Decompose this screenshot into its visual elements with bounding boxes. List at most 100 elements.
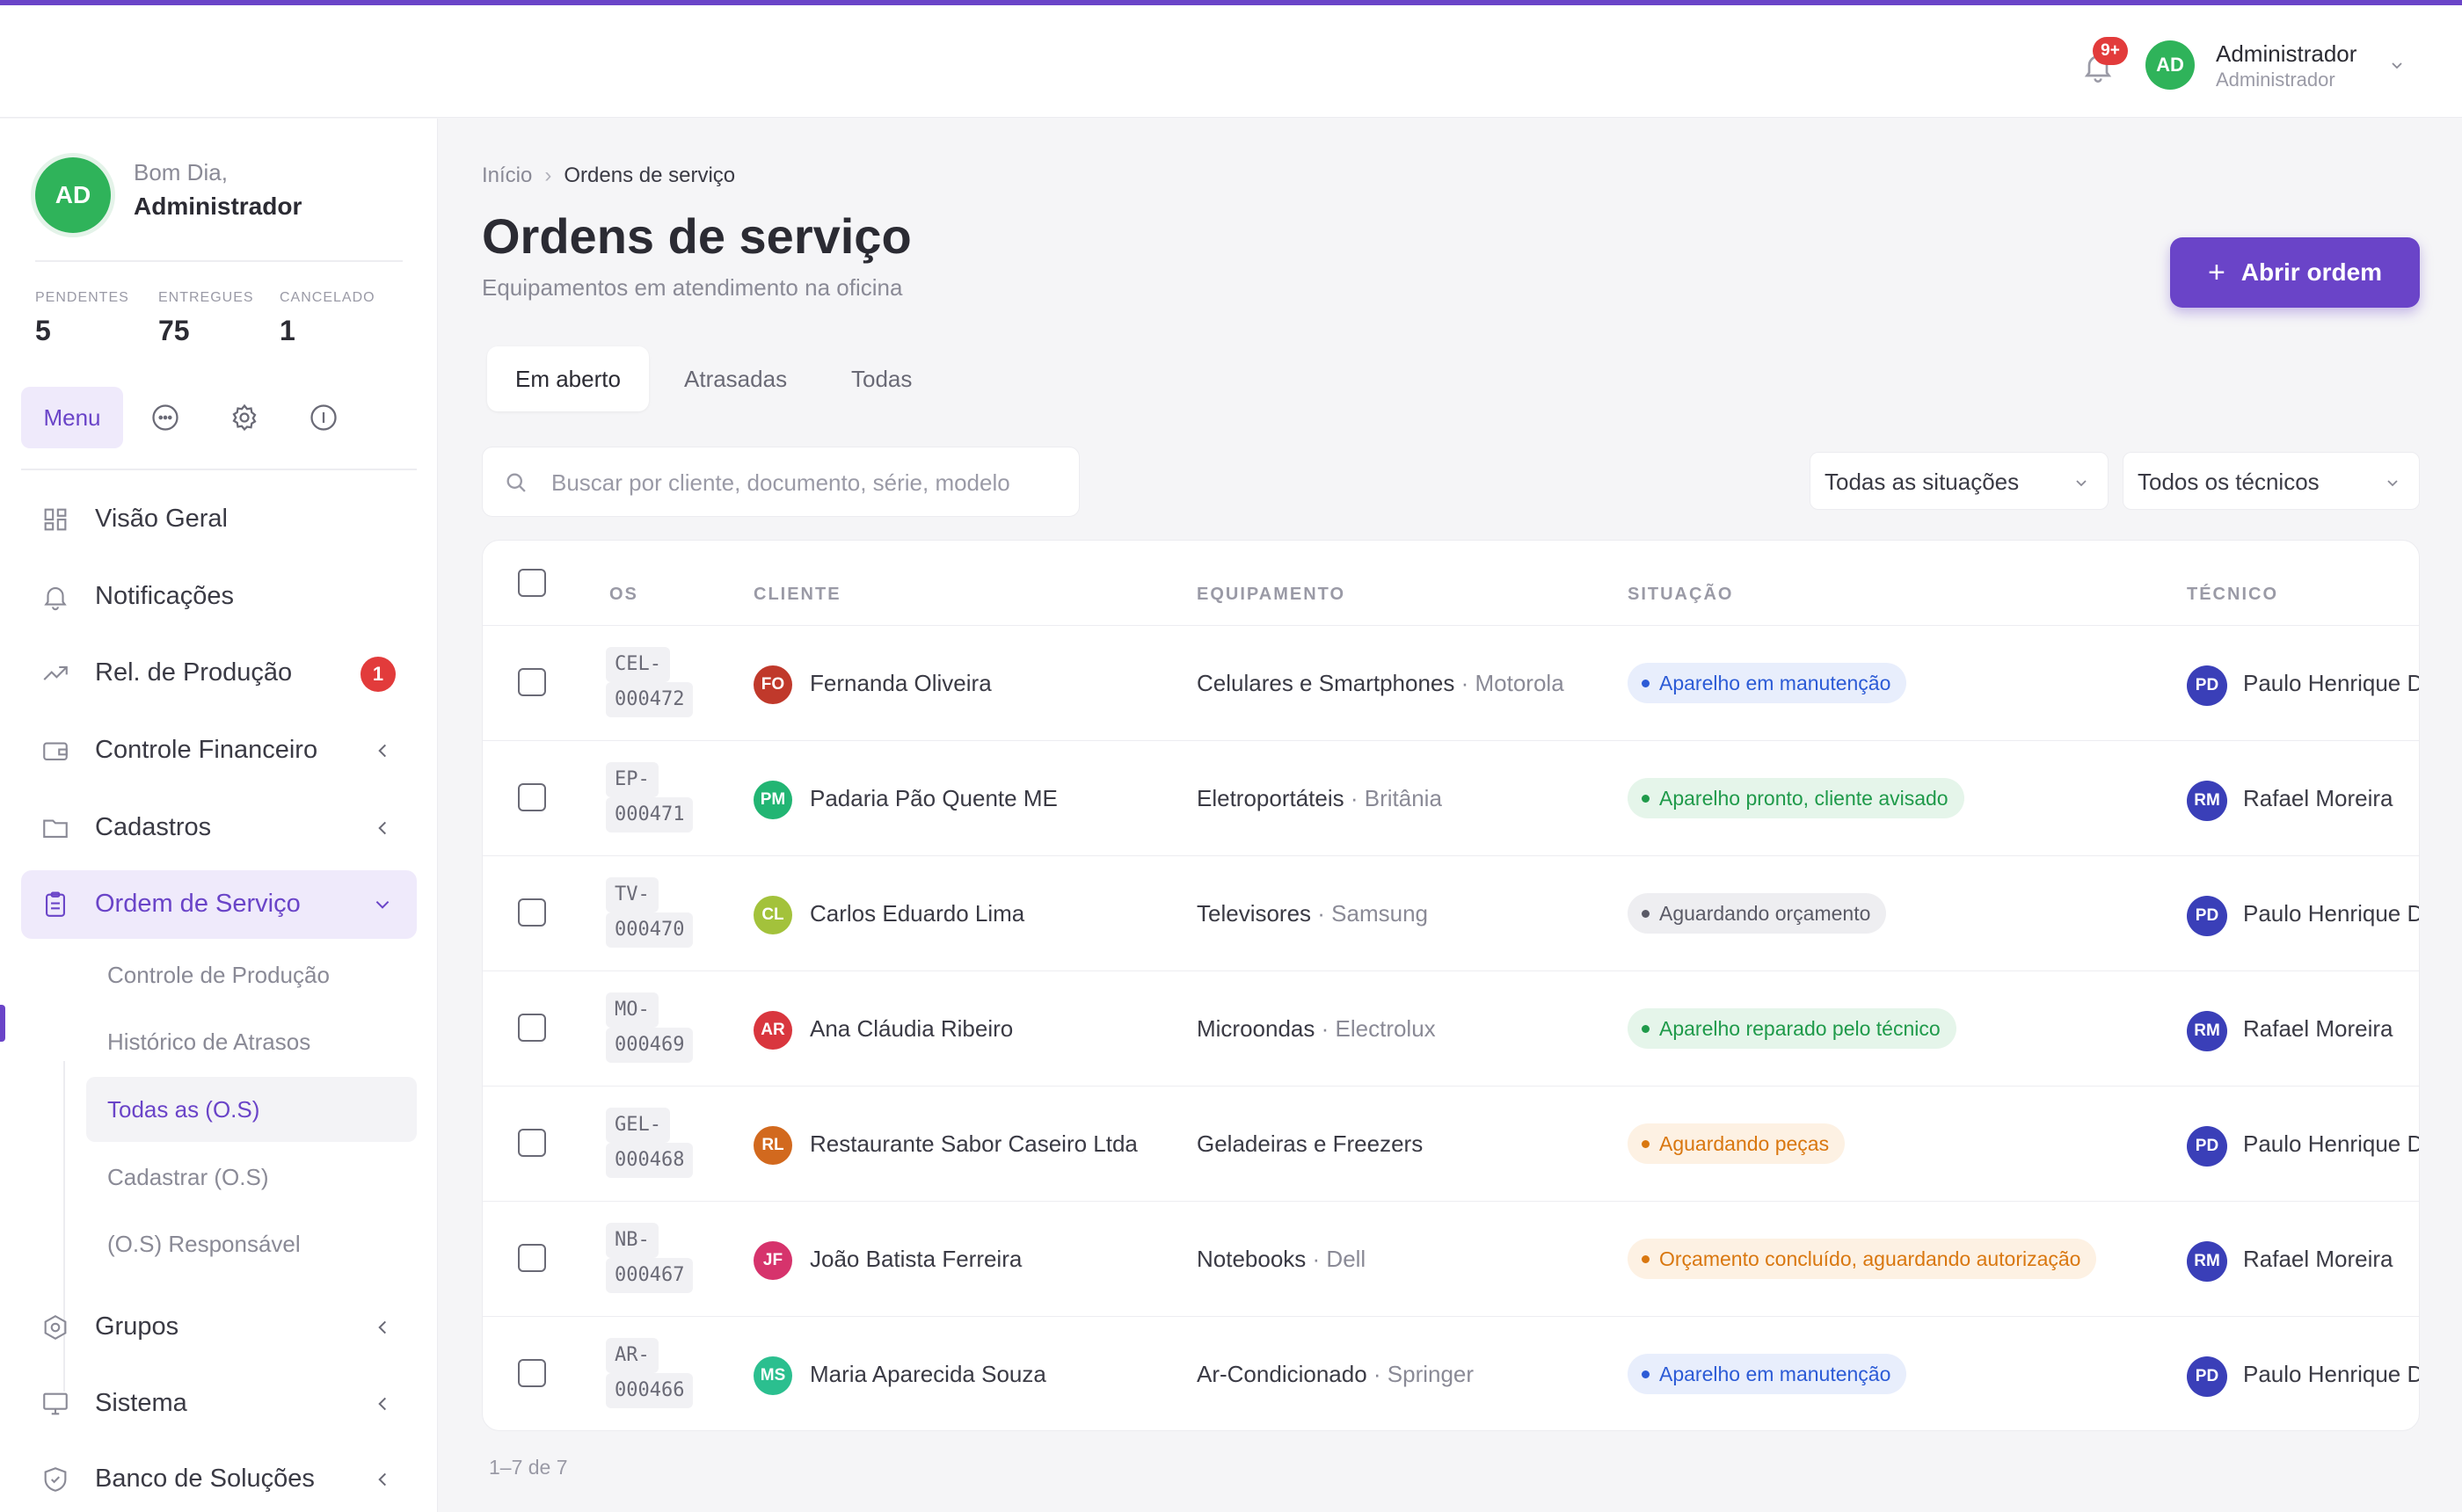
table-row[interactable]: EP- 000471 PM Padaria Pão Quente ME Eletropo… xyxy=(483,740,2419,854)
os-code[interactable]: GEL- 000468 xyxy=(606,1108,694,1178)
search-box[interactable] xyxy=(482,447,1080,517)
user-name[interactable]: Administrador xyxy=(2216,40,2356,68)
status-filter-select[interactable]: Todas as situações xyxy=(1810,452,2109,510)
equipment-type: Notebooks xyxy=(1197,1246,1307,1272)
submenu-todas-os[interactable]: Todas as (O.S) xyxy=(86,1077,417,1142)
row-checkbox[interactable] xyxy=(518,783,546,811)
client-name[interactable]: Fernanda Oliveira xyxy=(810,670,992,697)
os-code-prefix: GEL- xyxy=(606,1108,670,1143)
row-checkbox[interactable] xyxy=(518,1129,546,1157)
submenu-label: (O.S) Responsável xyxy=(107,1231,301,1257)
chat-icon[interactable] xyxy=(149,402,181,433)
row-checkbox[interactable] xyxy=(518,898,546,927)
sidebar-item-banco-solucoes[interactable]: Banco de Soluções xyxy=(21,1445,417,1512)
client-name[interactable]: Ana Cláudia Ribeiro xyxy=(810,1015,1013,1043)
submenu-cadastrar-os[interactable]: Cadastrar (O.S) xyxy=(86,1145,417,1210)
stat-label: ENTREGUES xyxy=(158,290,254,305)
row-checkbox[interactable] xyxy=(518,668,546,696)
submenu-os-responsavel[interactable]: (O.S) Responsável xyxy=(86,1211,417,1276)
column-header-os[interactable]: OS xyxy=(609,585,638,605)
avatar[interactable]: AD xyxy=(2145,40,2195,90)
chevron-left-icon xyxy=(378,821,387,835)
table-row[interactable]: AR- 000466 MS Maria Aparecida Souza Ar-Condi… xyxy=(483,1316,2419,1430)
os-code[interactable]: MO- 000469 xyxy=(606,992,694,1063)
client-name[interactable]: Carlos Eduardo Lima xyxy=(810,900,1024,927)
menu-tab[interactable]: Menu xyxy=(21,387,123,448)
table-row[interactable]: TV- 000470 CL Carlos Eduardo Lima Televisore… xyxy=(483,855,2419,970)
tab-em-aberto[interactable]: Em aberto xyxy=(487,346,649,411)
sidebar-item-controle-financeiro[interactable]: Controle Financeiro xyxy=(21,716,417,785)
os-code[interactable]: EP- 000471 xyxy=(606,762,694,832)
client-name[interactable]: Maria Aparecida Souza xyxy=(810,1361,1046,1388)
sidebar-item-visao-geral[interactable]: Visão Geral xyxy=(21,485,417,554)
os-code[interactable]: NB- 000467 xyxy=(606,1223,694,1293)
tab-todas[interactable]: Todas xyxy=(823,346,940,411)
info-icon[interactable] xyxy=(308,402,339,433)
tab-atrasadas[interactable]: Atrasadas xyxy=(656,346,815,411)
sidebar-item-ordem-servico[interactable]: Ordem de Serviço xyxy=(21,870,417,939)
stat-cancelado: CANCELADO 1 xyxy=(280,290,375,347)
row-checkbox[interactable] xyxy=(518,1244,546,1272)
row-checkbox[interactable] xyxy=(518,1359,546,1387)
tech-filter-value: Todos os técnicos xyxy=(2138,469,2320,495)
pagination-info: 1–7 de 7 xyxy=(489,1456,568,1479)
os-code-number: 000466 xyxy=(606,1373,694,1408)
plus-icon: + xyxy=(2207,256,2225,289)
bell-icon xyxy=(44,587,67,611)
tech-name: Rafael Moreira xyxy=(2243,785,2393,811)
os-code[interactable]: AR- 000466 xyxy=(606,1338,694,1408)
chevron-left-icon xyxy=(378,744,387,758)
stat-pendentes: PENDENTES 5 xyxy=(35,290,129,347)
equipment: Notebooks · Dell xyxy=(1197,1246,1366,1273)
column-header-status[interactable]: SITUAÇÃO xyxy=(1628,585,1733,605)
sidebar-item-label: Visão Geral xyxy=(95,505,228,533)
column-header-tech[interactable]: TÉCNICO xyxy=(2187,585,2278,605)
table-row[interactable]: CEL- 000472 FO Fernanda Oliveira Celulares e… xyxy=(483,625,2419,739)
chevron-down-icon[interactable] xyxy=(2388,56,2406,74)
submenu-label: Histórico de Atrasos xyxy=(107,1029,311,1055)
sidebar-item-notificacoes[interactable]: Notificações xyxy=(21,563,417,631)
breadcrumb-home[interactable]: Início xyxy=(482,164,532,187)
sidebar-item-label: Cadastros xyxy=(95,813,212,841)
table-row[interactable]: GEL- 000468 RL Restaurante Sabor Caseiro Lt… xyxy=(483,1086,2419,1200)
chevron-down-icon xyxy=(2387,480,2398,487)
tech-avatar: RM xyxy=(2187,1241,2227,1282)
breadcrumb-current: Ordens de serviço xyxy=(564,164,736,187)
client-name[interactable]: Padaria Pão Quente ME xyxy=(810,785,1058,812)
client-avatar: RL xyxy=(754,1126,792,1165)
client-name[interactable]: Restaurante Sabor Caseiro Ltda xyxy=(810,1130,1138,1158)
open-order-button[interactable]: + Abrir ordem xyxy=(2170,237,2420,308)
select-all-checkbox[interactable] xyxy=(518,569,546,597)
os-code[interactable]: TV- 000470 xyxy=(606,877,694,948)
equipment: Televisores · Samsung xyxy=(1197,900,1428,927)
submenu-controle-producao[interactable]: Controle de Produção xyxy=(86,942,417,1007)
sidebar-item-label: Banco de Soluções xyxy=(95,1465,315,1493)
tech-filter-select[interactable]: Todos os técnicos xyxy=(2123,452,2420,510)
user-role: Administrador xyxy=(2216,69,2335,91)
equipment-brand: · Samsung xyxy=(1311,900,1429,927)
column-header-equipment[interactable]: EQUIPAMENTO xyxy=(1197,585,1345,605)
tech-name: Paulo Henrique Dias xyxy=(2243,670,2419,696)
tech-name: Paulo Henrique Dias xyxy=(2243,900,2419,927)
chevron-down-icon xyxy=(375,900,390,909)
divider xyxy=(21,469,417,470)
os-code[interactable]: CEL- 000472 xyxy=(606,647,694,717)
column-header-client[interactable]: CLIENTE xyxy=(754,585,841,605)
stat-entregues: ENTREGUES 75 xyxy=(158,290,254,347)
submenu-historico-atrasos[interactable]: Histórico de Atrasos xyxy=(86,1009,417,1074)
sidebar-item-grupos[interactable]: Grupos xyxy=(21,1293,417,1362)
sidebar-item-rel-producao[interactable]: Rel. de Produção 1 xyxy=(21,639,417,708)
table-row[interactable]: NB- 000467 JF João Batista Ferreira Notebook… xyxy=(483,1201,2419,1315)
stat-value: 5 xyxy=(35,315,51,346)
client-name[interactable]: João Batista Ferreira xyxy=(810,1246,1022,1273)
open-order-label: Abrir ordem xyxy=(2240,258,2383,286)
orders-table: OS CLIENTE EQUIPAMENTO SITUAÇÃO TÉCNICO … xyxy=(482,540,2420,1431)
table-row[interactable]: MO- 000469 AR Ana Cláudia Ribeiro Microondas… xyxy=(483,970,2419,1085)
equipment-brand: · Electrolux xyxy=(1315,1015,1436,1042)
gear-icon[interactable] xyxy=(229,402,260,433)
row-checkbox[interactable] xyxy=(518,1014,546,1042)
equipment-brand: · Britânia xyxy=(1344,785,1442,811)
sidebar-item-sistema[interactable]: Sistema xyxy=(21,1370,417,1438)
search-input[interactable] xyxy=(551,463,1026,502)
sidebar-item-cadastros[interactable]: Cadastros xyxy=(21,794,417,862)
